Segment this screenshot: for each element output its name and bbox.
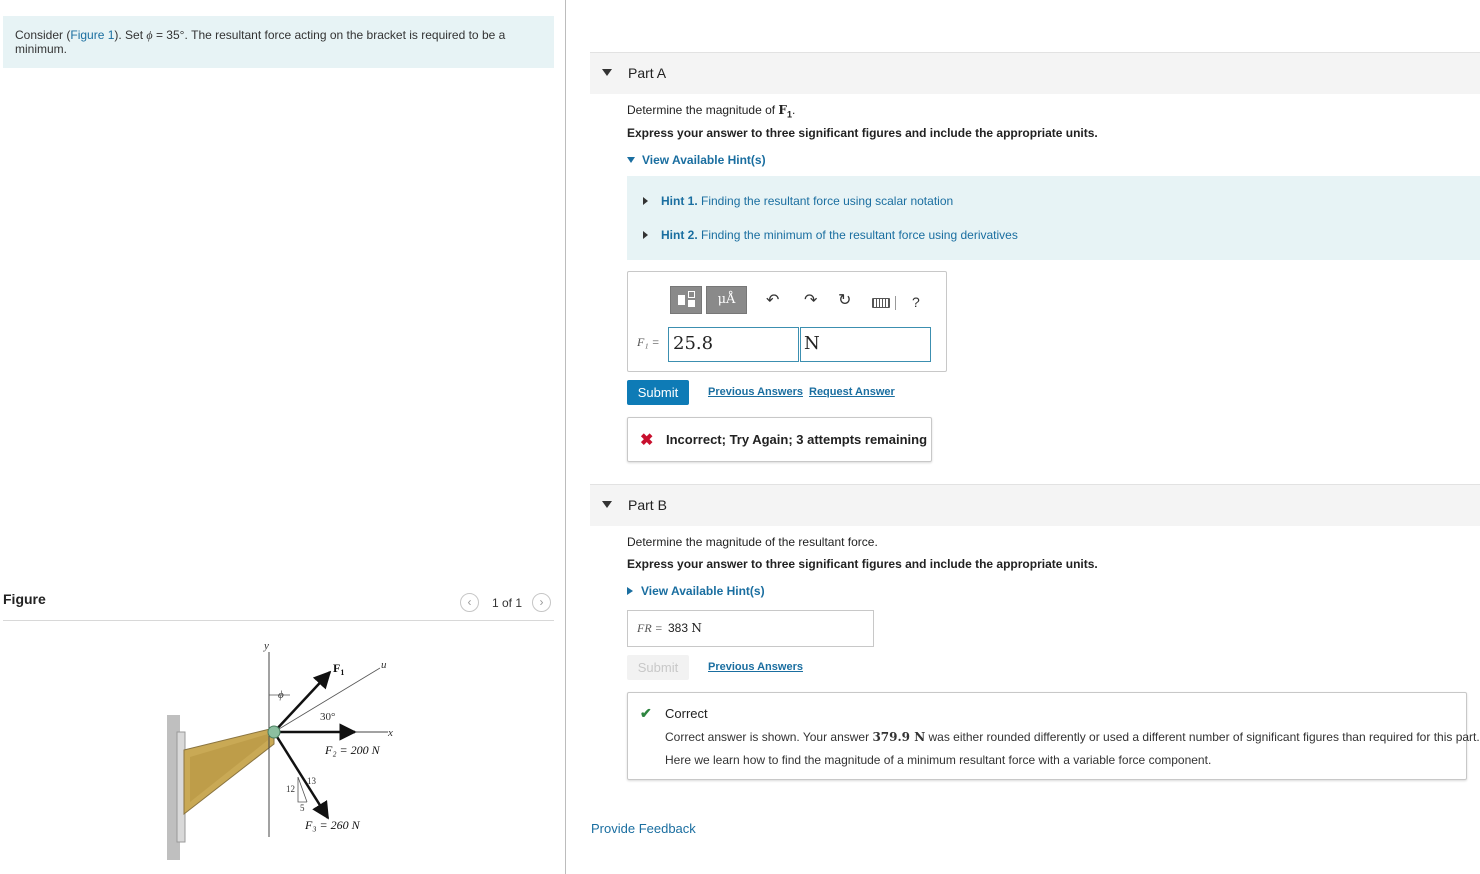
feedback-l1-value: 379.9 N bbox=[872, 730, 926, 744]
part-a-question-text: Determine the magnitude of bbox=[627, 103, 779, 117]
fr-answer-label: FR = bbox=[637, 621, 663, 635]
phi-label: ϕ bbox=[278, 689, 284, 701]
feedback-l1-prefix: Correct answer is shown. Your answer bbox=[665, 730, 873, 744]
f1-value-input[interactable]: 25.8 bbox=[668, 327, 799, 362]
incorrect-x-icon: ✖ bbox=[640, 432, 654, 449]
hint-1-text: Finding the resultant force using scalar… bbox=[701, 194, 954, 208]
templates-button[interactable] bbox=[670, 286, 702, 314]
bracket-figure: y x u F1 ϕ 30° F₂ = 200 N F₃ = 260 N 12 … bbox=[167, 640, 393, 860]
part-b-header[interactable]: Part B bbox=[590, 484, 1480, 526]
part-a-feedback: ✖ Incorrect; Try Again; 3 attempts remai… bbox=[627, 417, 932, 462]
triangle-right-icon bbox=[643, 231, 648, 239]
f2-label: F₂ = 200 N bbox=[324, 743, 381, 757]
intro-after-link: ). Set bbox=[114, 28, 147, 42]
feedback-l1-suffix: was either rounded differently or used a… bbox=[925, 730, 1480, 744]
chevron-left-icon: ‹ bbox=[467, 595, 472, 609]
f1-unit-input[interactable]: N bbox=[800, 327, 931, 362]
triangle-down-icon bbox=[627, 157, 635, 163]
redo-icon[interactable]: ↷ bbox=[804, 290, 817, 310]
undo-icon[interactable]: ↶ bbox=[766, 290, 779, 310]
help-button[interactable]: ? bbox=[912, 294, 920, 310]
part-b-feedback-line1: Correct answer is shown. Your answer 379… bbox=[665, 730, 1480, 744]
part-b-feedback-title: Correct bbox=[665, 706, 708, 721]
figure-pager: 1 of 1 bbox=[492, 596, 523, 610]
part-a-hint-toggle-label: View Available Hint(s) bbox=[642, 153, 766, 167]
part-a-question: Determine the magnitude of F1. bbox=[627, 103, 795, 119]
part-a-hint-toggle[interactable]: View Available Hint(s) bbox=[627, 153, 766, 167]
part-a-instructions: Express your answer to three significant… bbox=[627, 126, 1098, 140]
part-a-header[interactable]: Part A bbox=[590, 52, 1480, 94]
part-a-title: Part A bbox=[628, 65, 667, 81]
provide-feedback-link[interactable]: Provide Feedback bbox=[591, 821, 696, 836]
template-icon-box bbox=[688, 291, 695, 298]
part-b-question: Determine the magnitude of the resultant… bbox=[627, 535, 878, 549]
part-a-previous-answers-link[interactable]: Previous Answers bbox=[708, 386, 803, 398]
collapse-triangle-icon bbox=[602, 69, 612, 76]
tri-12: 12 bbox=[286, 784, 295, 794]
angle-label: 30° bbox=[320, 711, 335, 723]
units-button[interactable]: μÅ bbox=[706, 286, 747, 314]
template-icon-fill bbox=[688, 300, 695, 307]
intro-prefix: Consider ( bbox=[15, 28, 71, 42]
pane-divider[interactable] bbox=[565, 0, 566, 874]
attachment-point bbox=[267, 725, 281, 739]
fr-unit: N bbox=[691, 621, 702, 635]
figure-prev-button[interactable]: ‹ bbox=[460, 593, 479, 612]
template-icon bbox=[678, 295, 685, 305]
y-axis-label: y bbox=[263, 640, 269, 652]
figure-next-button[interactable]: › bbox=[532, 593, 551, 612]
f1-label: F1 bbox=[333, 661, 344, 677]
u-axis-label: u bbox=[381, 659, 387, 671]
part-b-title: Part B bbox=[628, 497, 667, 513]
part-b-feedback: ✔ Correct Correct answer is shown. Your … bbox=[627, 692, 1480, 780]
hint-2[interactable]: Hint 2. Finding the minimum of the resul… bbox=[643, 228, 1018, 242]
keyboard-icon[interactable] bbox=[872, 298, 890, 308]
part-b-instructions: Express your answer to three significant… bbox=[627, 557, 1098, 571]
figure-label: Figure bbox=[3, 591, 46, 607]
chevron-right-icon: › bbox=[539, 595, 544, 609]
triangle-right-icon bbox=[643, 197, 648, 205]
hint-1-num: Hint 1. bbox=[661, 194, 698, 208]
fr-answer-value: 383 N bbox=[668, 621, 702, 635]
part-a-question-suffix: . bbox=[791, 103, 796, 117]
hints-panel: Hint 1. Finding the resultant force usin… bbox=[627, 176, 1480, 260]
part-a-submit-button[interactable]: Submit bbox=[627, 380, 689, 405]
collapse-triangle-icon bbox=[602, 501, 612, 508]
reset-icon[interactable]: ↻ bbox=[838, 290, 851, 310]
correct-check-icon: ✔ bbox=[640, 705, 652, 721]
f1-arrow bbox=[273, 670, 332, 733]
x-axis-label: x bbox=[387, 727, 393, 739]
part-b-submit-button: Submit bbox=[627, 655, 689, 680]
part-a-question-var: F bbox=[778, 103, 787, 117]
hint-2-num: Hint 2. bbox=[661, 228, 698, 242]
part-a-feedback-text: Incorrect; Try Again; 3 attempts remaini… bbox=[666, 432, 928, 447]
figure-rule bbox=[3, 620, 554, 621]
part-b-answer-box: FR = 383 N bbox=[627, 610, 874, 647]
f3-label: F₃ = 260 N bbox=[304, 818, 361, 832]
fr-value: 383 bbox=[668, 621, 689, 635]
part-a-request-answer-link[interactable]: Request Answer bbox=[809, 386, 895, 398]
part-b-feedback-line2: Here we learn how to find the magnitude … bbox=[665, 753, 1212, 767]
part-a-answer-box: μÅ ↶ ↷ ↻ ? F₁ = 25.8 N bbox=[627, 271, 947, 372]
tri-13: 13 bbox=[307, 776, 317, 786]
problem-statement: Consider (Figure 1). Set ϕ = 35°. The re… bbox=[3, 16, 554, 68]
part-b-previous-answers-link[interactable]: Previous Answers bbox=[708, 661, 803, 673]
triangle-right-icon bbox=[627, 587, 633, 595]
figure-link[interactable]: Figure 1 bbox=[70, 28, 114, 42]
hint-1[interactable]: Hint 1. Finding the resultant force usin… bbox=[643, 194, 953, 208]
toolbar-separator bbox=[895, 296, 896, 310]
f1-answer-label: F₁ = bbox=[637, 335, 660, 349]
part-b-hint-toggle[interactable]: View Available Hint(s) bbox=[627, 584, 765, 598]
tri-5: 5 bbox=[300, 803, 305, 813]
hint-2-text: Finding the minimum of the resultant for… bbox=[701, 228, 1018, 242]
part-b-hint-toggle-label: View Available Hint(s) bbox=[641, 584, 765, 598]
